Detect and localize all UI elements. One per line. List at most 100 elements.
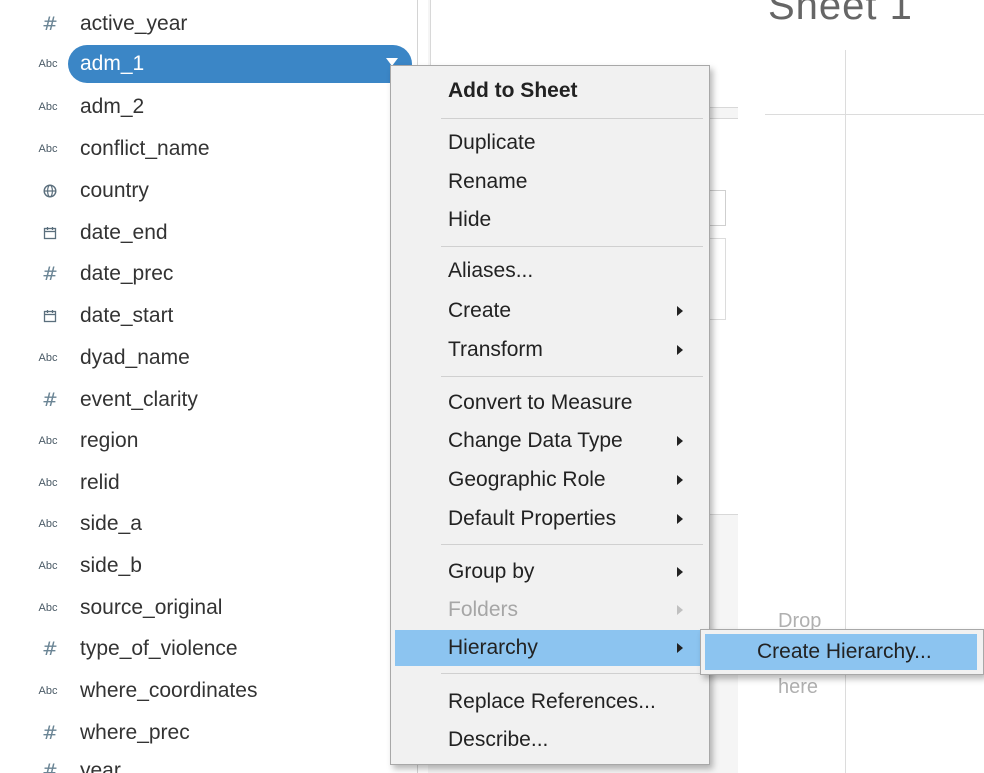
field-name: conflict_name: [80, 137, 210, 160]
menu-item-hide[interactable]: Hide: [391, 202, 709, 238]
string-icon: Abc: [38, 58, 58, 70]
divider: [765, 114, 984, 115]
menu-item-aliases[interactable]: Aliases...: [391, 253, 709, 289]
menu-item-label: Change Data Type: [448, 429, 623, 452]
menu-separator: [441, 118, 703, 119]
menu-item-label: Aliases...: [448, 259, 534, 282]
field-adm-1[interactable]: Abc adm_1: [0, 44, 417, 84]
submenu-arrow-icon: [677, 475, 683, 485]
field-name: date_end: [80, 221, 168, 244]
field-event-clarity[interactable]: # event_clarity: [0, 385, 417, 415]
menu-item-describe[interactable]: Describe...: [391, 722, 709, 758]
hierarchy-submenu: Create Hierarchy...: [700, 629, 984, 675]
field-side-b[interactable]: Abc side_b: [0, 551, 417, 581]
menu-separator: [441, 246, 703, 247]
drop-field-hint: here: [778, 676, 819, 698]
field-side-a[interactable]: Abc side_a: [0, 509, 417, 539]
field-date-prec[interactable]: # date_prec: [0, 259, 417, 289]
field-date-start[interactable]: date_start: [0, 301, 417, 331]
menu-item-label: Group by: [448, 560, 535, 583]
field-where-prec[interactable]: # where_prec: [0, 718, 417, 748]
field-name: event_clarity: [80, 388, 198, 411]
field-year[interactable]: # year: [0, 756, 417, 773]
menu-item-label: Hide: [448, 208, 492, 231]
string-icon: Abc: [38, 685, 58, 697]
menu-item-folders: Folders: [391, 592, 709, 628]
field-active-year[interactable]: # active_year: [0, 9, 417, 39]
submenu-arrow-icon: [677, 643, 683, 653]
field-name: adm_2: [80, 95, 145, 118]
menu-item-label: Replace References...: [448, 690, 656, 713]
submenu-arrow-icon: [677, 345, 683, 355]
menu-item-duplicate[interactable]: Duplicate: [391, 125, 709, 161]
menu-item-create-hierarchy[interactable]: Create Hierarchy...: [705, 634, 977, 670]
menu-item-default-properties[interactable]: Default Properties: [391, 501, 709, 537]
field-name: active_year: [80, 12, 188, 35]
field-adm-2[interactable]: Abc adm_2: [0, 92, 417, 122]
menu-item-geographic-role[interactable]: Geographic Role: [391, 462, 709, 498]
field-name: side_b: [80, 554, 142, 577]
field-date-end[interactable]: date_end: [0, 218, 417, 248]
menu-item-group-by[interactable]: Group by: [391, 554, 709, 590]
number-icon: #: [42, 263, 58, 285]
submenu-arrow-icon: [677, 514, 683, 524]
menu-item-label: Hierarchy: [448, 636, 538, 659]
number-icon: #: [42, 638, 58, 660]
menu-item-label: Convert to Measure: [448, 391, 633, 414]
field-name: side_a: [80, 512, 142, 535]
field-type-of-violence[interactable]: # type_of_violence: [0, 634, 417, 664]
sheet-title: Sheet 1: [768, 0, 913, 28]
string-icon: Abc: [38, 602, 58, 614]
menu-item-label: Default Properties: [448, 507, 617, 530]
menu-item-convert-to-measure[interactable]: Convert to Measure: [391, 385, 709, 421]
field-name: dyad_name: [80, 346, 190, 369]
menu-item-change-data-type[interactable]: Change Data Type: [391, 423, 709, 459]
menu-item-label: Transform: [448, 338, 543, 361]
string-icon: Abc: [38, 560, 58, 572]
field-dyad-name[interactable]: Abc dyad_name: [0, 343, 417, 373]
data-pane: # active_year Abc adm_1 Abc adm_2 Abc co…: [0, 0, 418, 773]
field-name: date_prec: [80, 262, 174, 285]
menu-item-create[interactable]: Create: [391, 293, 709, 329]
submenu-arrow-icon: [677, 306, 683, 316]
menu-item-add-to-sheet[interactable]: Add to Sheet: [391, 73, 709, 109]
menu-item-replace-references[interactable]: Replace References...: [391, 684, 709, 720]
field-name: type_of_violence: [80, 637, 238, 660]
submenu-arrow-icon: [677, 605, 683, 615]
field-country[interactable]: country: [0, 176, 417, 206]
field-context-menu: Add to Sheet Duplicate Rename Hide Alias…: [390, 65, 710, 765]
string-icon: Abc: [38, 435, 58, 447]
field-source-original[interactable]: Abc source_original: [0, 593, 417, 623]
field-region[interactable]: Abc region: [0, 426, 417, 456]
field-name: source_original: [80, 596, 223, 619]
menu-item-transform[interactable]: Transform: [391, 332, 709, 368]
string-icon: Abc: [38, 143, 58, 155]
string-icon: Abc: [38, 518, 58, 530]
menu-separator: [441, 544, 703, 545]
number-icon: #: [42, 760, 58, 773]
field-conflict-name[interactable]: Abc conflict_name: [0, 134, 417, 164]
field-name: relid: [80, 471, 120, 494]
menu-item-label: Describe...: [448, 728, 549, 751]
menu-item-label: Create: [448, 299, 512, 322]
field-where-coordinates[interactable]: Abc where_coordinates: [0, 676, 417, 706]
calendar-icon: [36, 301, 64, 331]
field-name: adm_1: [80, 52, 145, 75]
number-icon: #: [42, 13, 58, 35]
string-icon: Abc: [38, 101, 58, 113]
field-relid[interactable]: Abc relid: [0, 468, 417, 498]
string-icon: Abc: [38, 352, 58, 364]
menu-item-label: Geographic Role: [448, 468, 606, 491]
menu-item-label: Add to Sheet: [448, 79, 578, 102]
calendar-icon: [36, 218, 64, 248]
globe-icon: [36, 176, 64, 206]
menu-item-rename[interactable]: Rename: [391, 164, 709, 200]
field-name: country: [80, 179, 149, 202]
menu-item-hierarchy[interactable]: Hierarchy: [395, 630, 703, 666]
field-name: year: [80, 759, 121, 773]
menu-separator: [441, 376, 703, 377]
submenu-arrow-icon: [677, 436, 683, 446]
field-name: where_coordinates: [80, 679, 258, 702]
field-name: region: [80, 429, 139, 452]
menu-item-label: Rename: [448, 170, 528, 193]
